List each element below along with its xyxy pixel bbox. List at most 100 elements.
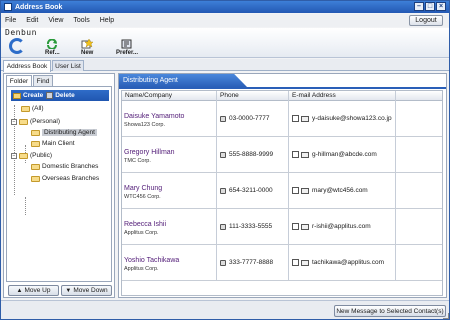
mail-icon	[301, 259, 309, 266]
select-checkbox[interactable]	[292, 187, 299, 194]
subtab-bar: Address Book User List	[1, 59, 449, 72]
phone-icon	[220, 187, 226, 194]
table-row[interactable]: Daisuke Yamamoto Showa123 Corp. 03-0000-…	[122, 101, 442, 137]
tree-item-personal[interactable]: − (Personal)	[11, 117, 60, 126]
collapse-toggle[interactable]: −	[11, 118, 17, 125]
tree-item-label: Overseas Branches	[42, 175, 100, 182]
folder-actions-bar: Create Delete	[11, 90, 109, 101]
tree-connector	[25, 197, 26, 215]
delete-folder-button[interactable]: Delete	[55, 92, 75, 99]
new-button[interactable]: New	[81, 39, 93, 57]
tree-item-overseas-branches[interactable]: Overseas Branches	[31, 174, 99, 183]
contact-company: Applitus Corp.	[124, 266, 159, 272]
phone-text: 03-0000-7777	[229, 115, 270, 122]
tree-item-label: Main Client	[42, 140, 75, 147]
tree-item-label: Distributing Agent	[42, 129, 97, 136]
email-text[interactable]: g-hillman@abcde.com	[312, 151, 377, 158]
tree-item-distributing-agent[interactable]: Distributing Agent	[31, 128, 97, 137]
resize-grip[interactable]	[443, 313, 449, 319]
contact-company: WTC456 Corp.	[124, 194, 161, 200]
contact-phone: 654-3211-0000	[220, 187, 273, 194]
preferences-label: Prefer...	[116, 50, 139, 56]
phone-text: 654-3211-0000	[229, 187, 273, 194]
tree-item-label: (Public)	[30, 152, 53, 159]
maximize-button[interactable]: □	[425, 2, 435, 11]
move-up-label: Move Up	[24, 287, 51, 294]
email-text[interactable]: tachikawa@applitus.com	[312, 259, 384, 266]
tree-item-domestic-branches[interactable]: Domestic Branches	[31, 162, 98, 171]
contact-company: Applitus Corp.	[124, 230, 159, 236]
contact-name[interactable]: Rebecca Ishii	[124, 221, 166, 228]
window-title: Address Book	[15, 3, 63, 11]
phone-text: 111-3333-5555	[229, 223, 273, 230]
phone-text: 555-8888-9999	[229, 151, 274, 158]
column-header-name[interactable]: Name/Company	[125, 92, 172, 99]
tree-item-public[interactable]: − (Public)	[11, 151, 52, 160]
contact-name[interactable]: Gregory Hillman	[124, 149, 175, 156]
menu-bar: File Edit View Tools Help	[1, 14, 449, 27]
create-folder-button[interactable]: Create	[23, 92, 43, 99]
email-text[interactable]: mary@wtc456.com	[312, 187, 368, 194]
tree-item-all[interactable]: (All)	[21, 104, 44, 113]
menu-tools[interactable]: Tools	[73, 17, 89, 24]
email-text[interactable]: r-ishii@applitus.com	[312, 223, 371, 230]
folder-icon	[19, 118, 28, 125]
tab-folder[interactable]: Folder	[6, 75, 32, 86]
email-text[interactable]: y-daisuke@showa123.co.jp	[312, 115, 392, 122]
mail-icon	[301, 223, 309, 230]
table-row[interactable]: Mary Chung WTC456 Corp. 654-3211-0000 ma…	[122, 173, 442, 209]
contact-phone: 111-3333-5555	[220, 223, 272, 230]
table-row[interactable]: Gregory Hillman TMC Corp. 555-8888-9999 …	[122, 137, 442, 173]
refresh-icon	[47, 39, 58, 49]
contact-phone: 03-0000-7777	[220, 115, 269, 122]
contact-email: tachikawa@applitus.com	[292, 259, 384, 266]
table-row[interactable]: Rebecca Ishii Applitus Corp. 111-3333-55…	[122, 209, 442, 245]
minimize-button[interactable]: –	[414, 2, 424, 11]
preferences-icon	[121, 39, 132, 49]
collapse-toggle[interactable]: −	[11, 152, 17, 159]
folder-panel: Folder Find Create Delete (All) − (Perso…	[3, 73, 115, 298]
group-underline	[119, 87, 446, 89]
new-label: New	[81, 50, 94, 56]
phone-text: 333-7777-8888	[229, 259, 274, 266]
column-header-email[interactable]: E-mail Address	[292, 92, 336, 99]
column-header-phone[interactable]: Phone	[220, 92, 239, 99]
address-book-window: Address Book – □ × File Edit View Tools …	[0, 0, 450, 320]
refresh-label: Ref...	[45, 50, 60, 56]
tree-item-label: (All)	[32, 105, 44, 112]
menu-view[interactable]: View	[48, 17, 63, 24]
select-checkbox[interactable]	[292, 115, 299, 122]
menu-edit[interactable]: Edit	[26, 17, 38, 24]
trash-icon	[46, 92, 54, 99]
folder-icon	[31, 163, 40, 170]
tree-item-main-client[interactable]: Main Client	[31, 139, 75, 148]
move-up-button[interactable]: ▲ Move Up	[8, 285, 59, 296]
select-checkbox[interactable]	[292, 223, 299, 230]
folder-icon	[21, 105, 30, 112]
contact-name[interactable]: Mary Chung	[124, 185, 162, 192]
tab-user-list[interactable]: User List	[52, 60, 84, 71]
menu-file[interactable]: File	[5, 17, 16, 24]
arrow-down-icon: ▼	[65, 287, 72, 294]
select-checkbox[interactable]	[292, 259, 299, 266]
select-checkbox[interactable]	[292, 151, 299, 158]
folder-icon	[31, 140, 40, 147]
table-row[interactable]: Yoshio Tachikawa Applitus Corp. 333-7777…	[122, 245, 442, 281]
menu-help[interactable]: Help	[100, 17, 114, 24]
contact-name[interactable]: Daisuke Yamamoto	[124, 113, 184, 120]
refresh-button[interactable]: Ref...	[45, 39, 60, 57]
contact-email: g-hillman@abcde.com	[292, 151, 377, 158]
contact-phone: 333-7777-8888	[220, 259, 273, 266]
tab-find[interactable]: Find	[33, 75, 53, 86]
new-message-button[interactable]: New Message to Selected Contact(s)	[334, 305, 446, 317]
logout-button[interactable]: Logout	[409, 15, 443, 26]
move-down-button[interactable]: ▼ Move Down	[61, 285, 112, 296]
close-button[interactable]: ×	[436, 2, 446, 11]
tab-address-book[interactable]: Address Book	[3, 60, 51, 72]
status-bar: New Message to Selected Contact(s)	[1, 300, 449, 319]
new-contact-icon	[81, 39, 94, 49]
contact-name[interactable]: Yoshio Tachikawa	[124, 257, 179, 264]
preferences-button[interactable]: Prefer...	[116, 39, 138, 57]
contact-email: mary@wtc456.com	[292, 187, 368, 194]
arrow-up-icon: ▲	[16, 287, 23, 294]
